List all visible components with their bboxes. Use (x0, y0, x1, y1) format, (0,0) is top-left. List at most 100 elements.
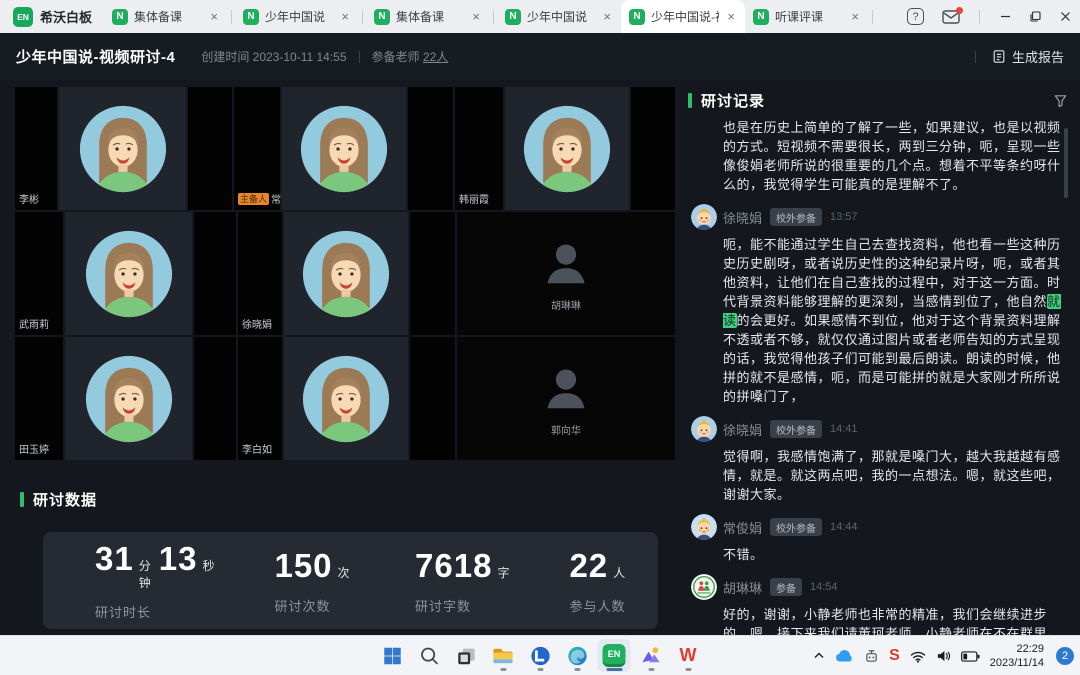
start-taskbar-icon[interactable] (376, 639, 409, 672)
sogou-input-icon[interactable]: S (889, 647, 900, 665)
tab-favicon-icon: N (753, 9, 769, 25)
tab-close-icon[interactable]: × (601, 9, 613, 24)
seewo-icon: EN (603, 644, 626, 667)
video-row: 田玉婷 李白如郭向华 (15, 337, 675, 460)
stats-card: 31分钟13秒研讨时长150次研讨次数7618字研讨字数22人参与人数 (43, 532, 658, 629)
role-badge: 参备 (770, 578, 802, 596)
video-tile-camera[interactable]: 韩丽霞 (455, 87, 503, 210)
video-tile-camera[interactable]: 李彬 (15, 87, 57, 210)
video-tile-avatar[interactable] (505, 87, 629, 210)
search-taskbar-icon[interactable] (413, 639, 446, 672)
tab-close-icon[interactable]: × (339, 9, 351, 24)
video-tile-camera[interactable]: 主备人常丽霞 (234, 87, 280, 210)
participant-name: 韩丽霞 (459, 191, 489, 206)
stat-item: 150次研讨次数 (222, 547, 363, 615)
task-view-taskbar-icon[interactable] (450, 639, 483, 672)
video-tile-avatar[interactable] (284, 337, 408, 460)
tab-集体备课[interactable]: N集体备课× (104, 0, 228, 33)
video-tile-avatar[interactable] (59, 87, 186, 210)
tab-close-icon[interactable]: × (208, 9, 220, 24)
video-tile-avatar[interactable] (284, 212, 408, 335)
role-badge: 校外参备 (770, 208, 822, 226)
message: 徐晓娟校外参备13:57呃，能不能通过学生自己去查找资料，他也看一些这种历史历史… (688, 204, 1068, 406)
running-indicator (606, 668, 622, 671)
video-tile-camera[interactable] (408, 87, 453, 210)
role-badge: 校外参备 (770, 420, 822, 438)
photos-app-taskbar-icon[interactable] (635, 639, 668, 672)
video-tile-camera[interactable]: 田玉婷 (15, 337, 63, 460)
video-tile-avatar[interactable] (65, 212, 192, 335)
seewo-whiteboard-taskbar-icon[interactable]: EN (598, 639, 631, 672)
user-avatar (691, 514, 717, 540)
seewo-logo-icon: EN (13, 7, 33, 27)
message-header: 徐晓娟校外参备14:41 (723, 416, 1068, 442)
edge-taskbar-icon[interactable] (561, 639, 594, 672)
file-explorer-taskbar-icon[interactable] (487, 639, 520, 672)
stat-label: 研讨时长 (95, 602, 222, 621)
filter-icon[interactable] (1053, 93, 1068, 108)
video-tile-avatar[interactable] (282, 87, 406, 210)
clock[interactable]: 22:29 2023/11/14 (990, 642, 1044, 671)
video-tile-camera[interactable] (194, 212, 236, 335)
lenovo-app-taskbar-icon[interactable] (524, 639, 557, 672)
cloud-drive-icon[interactable] (835, 649, 854, 663)
wps-office-taskbar-icon[interactable]: W (672, 639, 705, 672)
discussion-title: 研讨记录 (701, 90, 765, 111)
video-tile-camera[interactable]: 武雨莉 (15, 212, 63, 335)
close-button[interactable] (1050, 0, 1080, 33)
stat-item: 31分钟13秒研讨时长 (43, 540, 222, 621)
maximize-button[interactable] (1020, 0, 1050, 33)
video-tile-camera[interactable] (410, 212, 455, 335)
app-brand[interactable]: EN 希沃白板 (0, 7, 104, 27)
tray-expand-icon[interactable] (813, 650, 825, 662)
wifi-icon[interactable] (910, 650, 926, 663)
video-tile-camera[interactable]: 徐晓娟 (238, 212, 282, 335)
user-avatar (691, 204, 717, 230)
video-tile-offline[interactable]: 胡琳琳 (457, 212, 675, 335)
participant-name: 郭向华 (551, 422, 581, 437)
generate-report-button[interactable]: 生成报告 (992, 47, 1064, 66)
stats-section-title: 研讨数据 (20, 489, 675, 510)
help-icon[interactable]: ? (907, 8, 924, 25)
video-tile-offline[interactable]: 郭向华 (457, 337, 675, 460)
running-indicator (500, 668, 506, 671)
clock-date: 2023/11/14 (990, 656, 1044, 670)
video-tile-avatar[interactable] (65, 337, 192, 460)
tab-少年中国说[interactable]: N少年中国说× (497, 0, 621, 33)
tab-听课评课[interactable]: N听课评课× (745, 0, 869, 33)
notification-badge[interactable]: 2 (1056, 647, 1074, 665)
message-continuation: 也是在历史上简单的了解了一些，如果建议，也是以视频的方式。短视频不需要很长，两到… (688, 118, 1068, 194)
discussion-panel: 研讨记录 也是在历史上简单的了解了一些，如果建议，也是以视频的方式。短视频不需要… (678, 80, 1080, 635)
stat-item: 7618字研讨字数 (363, 547, 517, 615)
tab-favicon-icon: N (374, 9, 390, 25)
running-indicator (685, 668, 691, 671)
message-body: 徐晓娟校外参备13:57呃，能不能通过学生自己去查找资料，他也看一些这种历史历史… (723, 204, 1068, 406)
tab-close-icon[interactable]: × (470, 9, 482, 24)
tab-favicon-icon: N (505, 9, 521, 25)
remote-tool-icon[interactable] (864, 649, 879, 664)
battery-icon[interactable] (961, 651, 980, 662)
participants-count-link[interactable]: 22人 (423, 50, 448, 64)
volume-icon[interactable] (936, 649, 951, 663)
participant-name: 李彬 (19, 191, 39, 206)
message: 徐晓娟校外参备14:41觉得啊，我感情饱满了，那就是嗓门大，越大我越越有感情，就… (688, 416, 1068, 504)
tab-divider (231, 10, 232, 24)
tab-close-icon[interactable]: × (725, 9, 737, 24)
video-tile-camera[interactable] (631, 87, 675, 210)
minimize-button[interactable] (990, 0, 1020, 33)
tab-集体备课[interactable]: N集体备课× (366, 0, 490, 33)
mail-icon[interactable] (942, 10, 960, 24)
video-tile-camera[interactable] (188, 87, 232, 210)
tab-close-icon[interactable]: × (849, 9, 861, 24)
stat-item: 22人参与人数 (517, 547, 658, 615)
tab-少年中国说[interactable]: N少年中国说× (235, 0, 359, 33)
video-tile-camera[interactable]: 李白如 (238, 337, 282, 460)
tab-少年中国说-视...[interactable]: N少年中国说-视...× (621, 0, 745, 33)
message-text: 也是在历史上简单的了解了一些，如果建议，也是以视频的方式。短视频不需要很长，两到… (723, 118, 1068, 194)
message-body: 胡琳琳参备14:54好的，谢谢，小静老师也非常的精准，我们会继续进步的。嗯，接下… (723, 574, 1068, 635)
video-tile-camera[interactable] (410, 337, 455, 460)
participant-name: 田玉婷 (19, 441, 49, 456)
video-tile-camera[interactable] (194, 337, 236, 460)
taskbar-apps: EN W (374, 639, 707, 672)
windows-taskbar: EN W S 22:29 2023/11/14 2 (0, 635, 1080, 675)
